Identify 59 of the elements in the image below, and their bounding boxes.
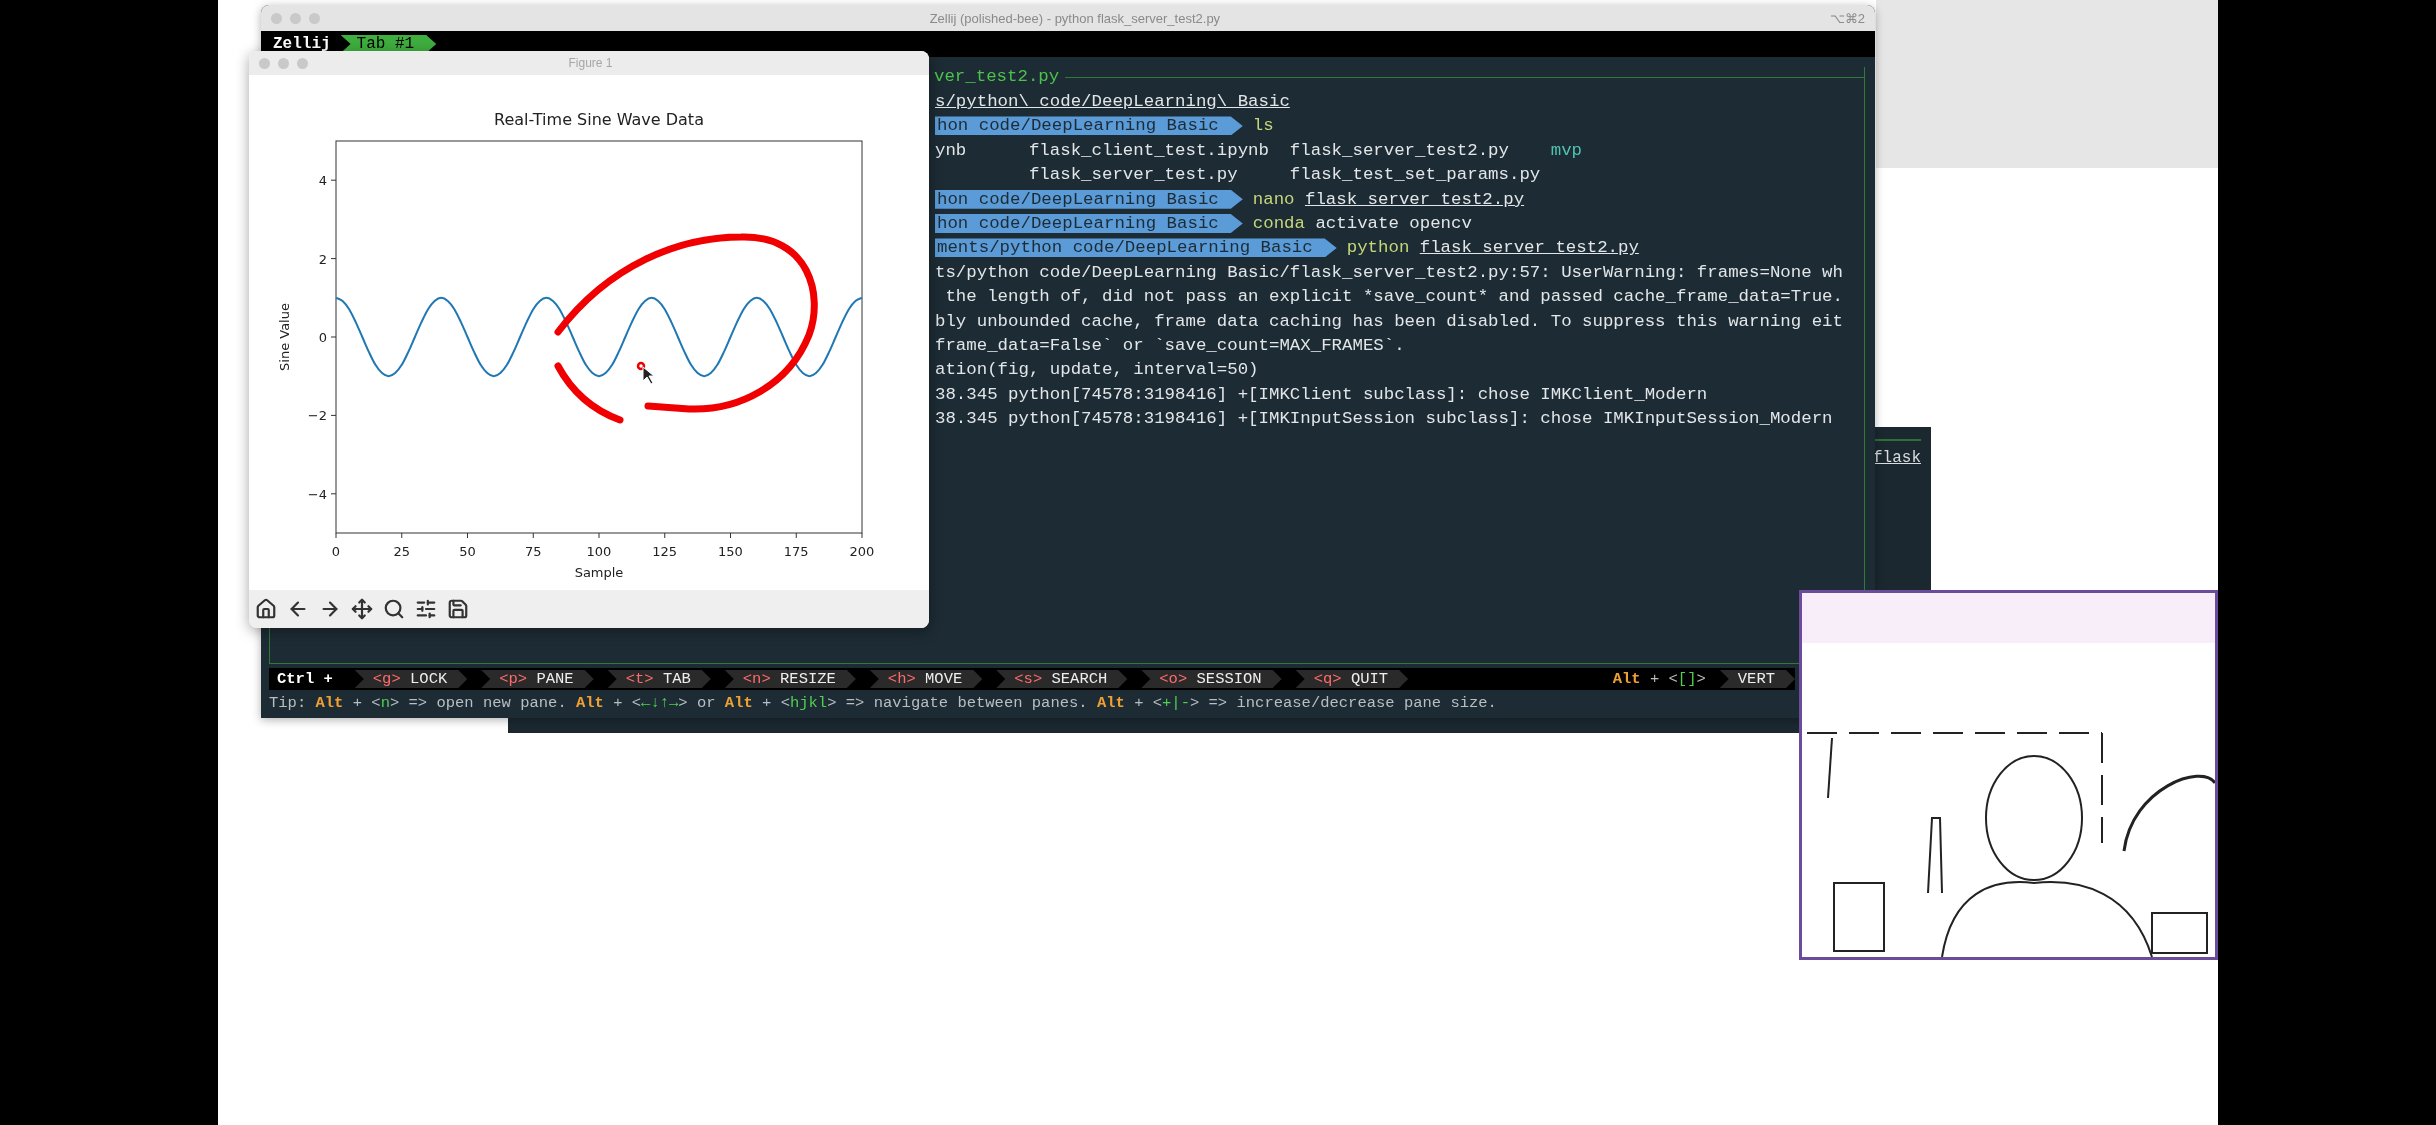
tick-label: 50 bbox=[459, 544, 476, 559]
terminal-line: s/python\ code/DeepLearning\ Basic bbox=[935, 92, 1290, 112]
terminal-line: frame_data=False` or `save_count=MAX_FRAMES`. bbox=[935, 336, 1405, 355]
pane-title: ver_test2.py bbox=[934, 66, 1060, 88]
axis-label: Sample bbox=[574, 565, 624, 580]
command-text: python flask_server_test2.py bbox=[1346, 238, 1639, 258]
command-text: conda activate opencv bbox=[1252, 214, 1472, 234]
tick-label: 25 bbox=[393, 544, 410, 559]
tip-text: Tip: Alt + <n> => open new pane. Alt + <←↓↑→> or Alt + <hjkl> => navigate between panes. Alt + <+|-> => increase/decrease pane size. bbox=[269, 694, 1497, 712]
shortcut-item: <o> SESSION bbox=[1141, 670, 1282, 688]
shortcut-item: <n> RESIZE bbox=[724, 670, 856, 688]
tick-label: 125 bbox=[652, 544, 678, 559]
command-text: ls bbox=[1252, 116, 1275, 136]
window-title: Zellij (polished-bee) - python flask_server_test2.py bbox=[928, 10, 1222, 26]
shortcut-item: <t> TAB bbox=[607, 670, 711, 688]
sliders-icon[interactable] bbox=[415, 598, 437, 620]
prompt-segment: hon code/DeepLearning Basic bbox=[935, 214, 1243, 234]
shortcut-hint: Alt + <[]> bbox=[1612, 670, 1706, 688]
tick-label: 2 bbox=[318, 251, 327, 267]
cursor-icon bbox=[642, 366, 655, 385]
tick-label: 175 bbox=[783, 544, 809, 559]
tick-label: 200 bbox=[849, 544, 875, 559]
prompt-segment: hon code/DeepLearning Basic bbox=[935, 189, 1243, 209]
tick-label: 150 bbox=[718, 544, 743, 559]
tick-label: 0 bbox=[331, 544, 341, 559]
session-name: Zellij bbox=[273, 35, 331, 53]
tick-label: −4 bbox=[307, 486, 327, 502]
terminal-line: 38.345 python[74578:3198416] +[IMKInputSession subclass]: chose IMKInputSession_Modern bbox=[935, 409, 1833, 429]
terminal-line: flask_server_test.py flask_test_set_params.py bbox=[1027, 165, 1541, 185]
tick-label: −2 bbox=[307, 408, 327, 424]
save-icon[interactable] bbox=[447, 598, 469, 620]
search-icon[interactable] bbox=[383, 598, 405, 620]
terminal-line: bly unbounded cache, frame data caching has been disabled. To suppress this warning eit bbox=[935, 311, 1843, 331]
window-title: Figure 1 bbox=[567, 56, 614, 70]
shortcut-item: <h> MOVE bbox=[869, 670, 983, 688]
axis-label: Sine Value bbox=[277, 303, 292, 371]
terminal-line: ts/python code/DeepLearning Basic/flask_server_test2.py:57: UserWarning: frames=None wh bbox=[935, 262, 1843, 282]
shortcut-item: <g> LOCK bbox=[354, 670, 468, 688]
terminal-line: 38.345 python[74578:3198416] +[IMKClient subclass]: chose IMKClient_Modern bbox=[935, 384, 1708, 404]
tick-label: 0 bbox=[318, 330, 327, 345]
tick-label: 75 bbox=[525, 544, 542, 559]
shortcut-item: <s> SEARCH bbox=[996, 670, 1128, 688]
shortcut-item: <p> PANE bbox=[481, 670, 594, 688]
home-icon[interactable] bbox=[255, 598, 277, 620]
terminal-text: flask bbox=[1873, 449, 1921, 467]
terminal-line: the length of, did not pass an explicit *save_count* and passed cache_frame_data=True. bbox=[944, 287, 1843, 307]
shortcut-item: <q> QUIT bbox=[1295, 670, 1409, 688]
terminal-line: ation(fig, update, interval=50) bbox=[935, 360, 1259, 380]
terminal-line: ynb flask_client_test.ipynb flask_server_test2.py mvp bbox=[935, 140, 1583, 160]
shortcut-item: VERT bbox=[1719, 670, 1795, 688]
move-icon[interactable] bbox=[351, 598, 373, 620]
shortcut-label: ⌥⌘2 bbox=[1829, 10, 1865, 26]
tick-label: 100 bbox=[586, 544, 612, 559]
prompt-segment: ments/python code/DeepLearning Basic bbox=[935, 238, 1337, 258]
chart-title: Real-Time Sine Wave Data bbox=[494, 110, 704, 129]
modifier-label: Ctrl + bbox=[276, 670, 334, 688]
prompt-segment: hon code/DeepLearning Basic bbox=[935, 116, 1243, 136]
command-text: nano flask_server_test2.py bbox=[1252, 189, 1525, 209]
tick-label: 4 bbox=[318, 173, 327, 189]
